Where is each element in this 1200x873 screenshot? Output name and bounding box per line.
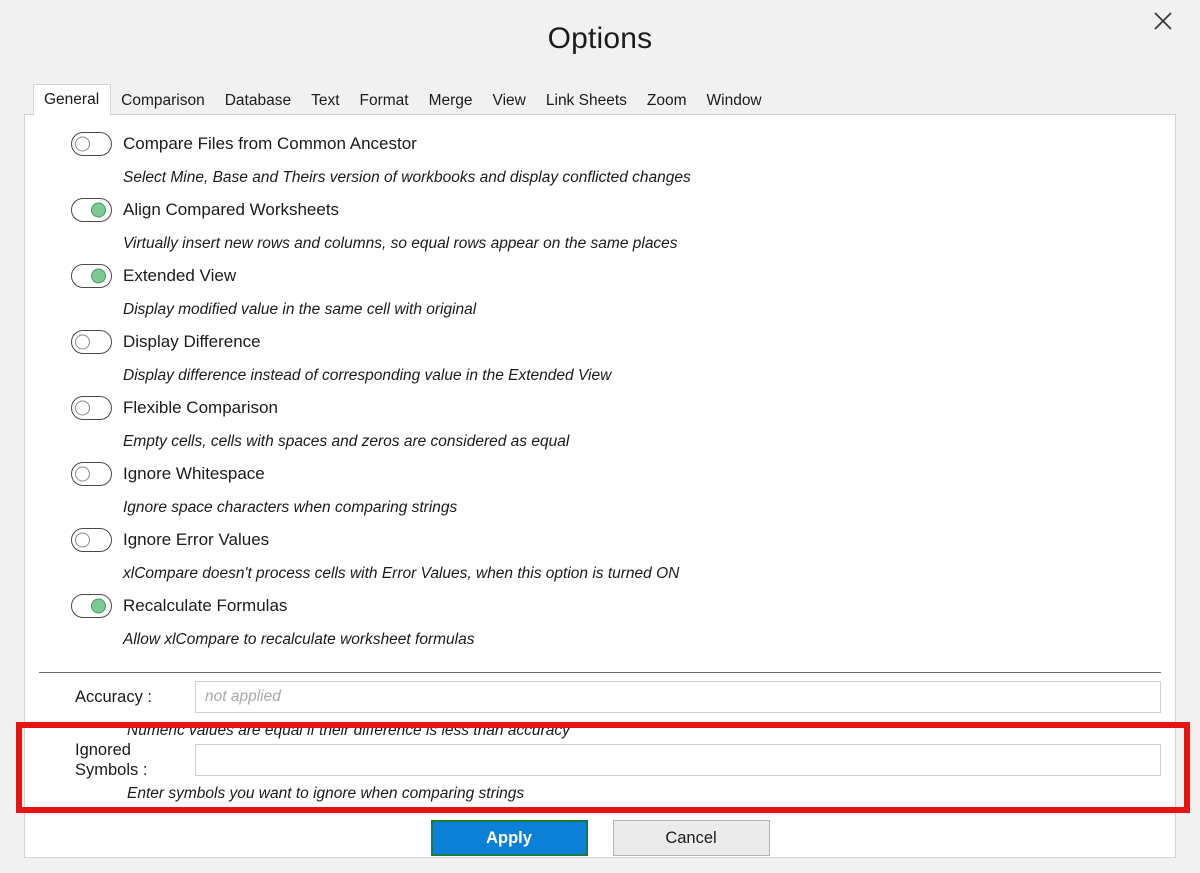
apply-button[interactable]: Apply [430, 820, 588, 856]
tab-zoom[interactable]: Zoom [637, 85, 697, 116]
toggle-flexible-comparison[interactable] [71, 396, 112, 420]
option-row-ignore-error-values: Ignore Error Values xlCompare doesn't pro… [71, 525, 1151, 591]
option-head-extended-view: Extended View [71, 261, 1151, 291]
tab-strip: General Comparison Database Text Format Merge… [33, 84, 1178, 116]
option-head-ignore-whitespace: Ignore Whitespace [71, 459, 1151, 489]
option-row-ignore-whitespace: Ignore Whitespace Ignore space characters… [71, 459, 1151, 525]
accuracy-input[interactable]: not applied [195, 681, 1161, 713]
option-head-flexible-comparison: Flexible Comparison [71, 393, 1151, 423]
option-label-recalculate-formulas: Recalculate Formulas [123, 596, 288, 615]
option-label-ignore-error-values: Ignore Error Values [123, 530, 270, 549]
accuracy-label: Accuracy : [75, 688, 153, 706]
option-head-compare-files-from-common-ancestor: Compare Files from Common Ancestor [71, 129, 1151, 159]
toggle-knob-icon [75, 532, 90, 548]
option-row-align-compared-worksheets: Align Compared Worksheets Virtually inser… [71, 195, 1151, 261]
options-dialog: Options General Comparison Database Text For… [0, 0, 1200, 873]
tab-database[interactable]: Database [215, 85, 301, 116]
option-description-extended-view: Display modified value in the same cell … [123, 301, 477, 318]
toggle-knob-icon [91, 598, 106, 614]
option-label-ignore-whitespace: Ignore Whitespace [123, 464, 265, 483]
options-list: Compare Files from Common Ancestor Select… [71, 129, 1151, 657]
option-label-flexible-comparison: Flexible Comparison [123, 398, 278, 417]
toggle-display-difference[interactable] [71, 330, 112, 354]
ignored-symbols-input[interactable] [195, 744, 1161, 776]
option-description-flexible-comparison: Empty cells, cells with spaces and zeros… [123, 433, 570, 450]
toggle-knob-icon [75, 466, 90, 482]
option-head-align-compared-worksheets: Align Compared Worksheets [71, 195, 1151, 225]
toggle-compare-files-from-common-ancestor[interactable] [71, 132, 112, 156]
toggle-knob-icon [75, 136, 90, 152]
toggle-extended-view[interactable] [71, 264, 112, 288]
option-head-ignore-error-values: Ignore Error Values [71, 525, 1151, 555]
option-label-extended-view: Extended View [123, 266, 237, 285]
ignored-symbols-field-row: Ignored Symbols : [39, 741, 1161, 779]
ignored-symbols-description: Enter symbols you want to ignore when co… [127, 785, 525, 802]
accuracy-description: Numeric values are equal if their differ… [127, 722, 570, 739]
option-description-compare-files-from-common-ancestor: Select Mine, Base and Theirs version of … [123, 169, 691, 186]
toggle-ignore-error-values[interactable] [71, 528, 112, 552]
toggle-knob-icon [91, 202, 106, 218]
tab-content-panel: Compare Files from Common Ancestor Select… [24, 114, 1176, 858]
option-row-display-difference: Display Difference Display difference ins… [71, 327, 1151, 393]
tab-comparison[interactable]: Comparison [111, 85, 215, 116]
toggle-knob-icon [75, 334, 90, 350]
dialog-title: Options [547, 22, 653, 55]
option-description-ignore-whitespace: Ignore space characters when comparing s… [123, 499, 458, 516]
option-head-display-difference: Display Difference [71, 327, 1151, 357]
option-head-recalculate-formulas: Recalculate Formulas [71, 591, 1151, 621]
toggle-recalculate-formulas[interactable] [71, 594, 112, 618]
toggle-ignore-whitespace[interactable] [71, 462, 112, 486]
accuracy-field-row: Accuracy : not applied [39, 680, 1161, 714]
tab-format[interactable]: Format [350, 85, 419, 116]
tab-view[interactable]: View [483, 85, 536, 116]
option-label-display-difference: Display Difference [123, 332, 261, 351]
option-row-recalculate-formulas: Recalculate Formulas Allow xlCompare to r… [71, 591, 1151, 657]
tab-text[interactable]: Text [301, 85, 349, 116]
dialog-footer: Apply Cancel [0, 820, 1200, 856]
option-description-align-compared-worksheets: Virtually insert new rows and columns, s… [123, 235, 678, 252]
tab-general[interactable]: General [33, 84, 112, 116]
tab-merge[interactable]: Merge [419, 85, 483, 116]
option-description-display-difference: Display difference instead of correspond… [123, 367, 612, 384]
tab-link-sheets[interactable]: Link Sheets [536, 85, 637, 116]
option-label-align-compared-worksheets: Align Compared Worksheets [123, 200, 340, 219]
toggle-align-compared-worksheets[interactable] [71, 198, 112, 222]
toggle-knob-icon [91, 268, 106, 284]
tab-window[interactable]: Window [697, 85, 772, 116]
option-description-recalculate-formulas: Allow xlCompare to recalculate worksheet… [123, 631, 475, 648]
option-description-ignore-error-values: xlCompare doesn't process cells with Err… [123, 565, 680, 582]
option-row-flexible-comparison: Flexible Comparison Empty cells, cells wi… [71, 393, 1151, 459]
option-row-compare-files-from-common-ancestor: Compare Files from Common Ancestor Select… [71, 129, 1151, 195]
option-label-compare-files-from-common-ancestor: Compare Files from Common Ancestor [123, 134, 417, 153]
accuracy-placeholder: not applied [205, 688, 281, 705]
option-row-extended-view: Extended View Display modified value in t… [71, 261, 1151, 327]
cancel-button[interactable]: Cancel [612, 820, 770, 856]
section-divider [39, 672, 1161, 673]
ignored-symbols-label: Ignored Symbols : [75, 741, 148, 779]
toggle-knob-icon [75, 400, 90, 416]
